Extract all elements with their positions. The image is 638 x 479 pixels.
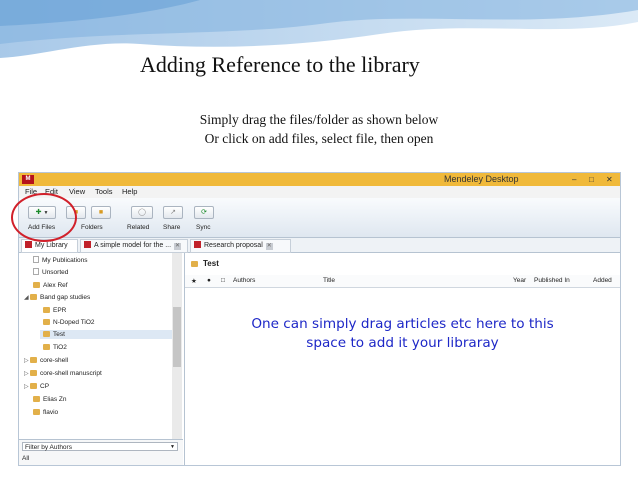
sidebar-item-epr[interactable]: EPR	[43, 306, 66, 315]
share-label: Share	[163, 224, 181, 231]
read-status-icon[interactable]: ●	[207, 277, 211, 284]
sidebar-scrollbar[interactable]	[172, 253, 182, 439]
folders-label: Folders	[81, 224, 103, 231]
drag-hint-line1: One can simply drag articles etc here to…	[251, 316, 554, 332]
pdf-icon	[84, 241, 91, 248]
close-tab-icon[interactable]: ✕	[265, 243, 273, 250]
pdf-icon	[194, 241, 201, 248]
star-icon[interactable]: ★	[191, 277, 197, 285]
folder-icon	[43, 307, 50, 313]
column-title[interactable]: Title	[323, 277, 335, 284]
folder-icon	[43, 331, 50, 337]
folder-minus-icon: ■	[98, 209, 104, 216]
maximize-button[interactable]: □	[589, 176, 594, 184]
slide-subtitle-line2: Or click on add files, select file, then…	[204, 131, 434, 146]
sidebar-item-flavio[interactable]: flavio	[33, 408, 58, 417]
document-list-pane: Test ★ ● □ Authors Title Year Published …	[185, 253, 620, 465]
menu-help[interactable]: Help	[122, 187, 137, 196]
folder-icon	[191, 261, 198, 267]
window-titlebar: M Mendeley Desktop – □ ✕	[19, 173, 620, 186]
tab-research-proposal-label: Research proposal	[204, 242, 263, 249]
filter-by-authors-select[interactable]: Filter by Authors ▼	[22, 442, 178, 451]
menu-tools[interactable]: Tools	[95, 187, 113, 196]
sidebar-item-band-gap-studies[interactable]: ◢ Band gap studies	[24, 293, 90, 303]
column-authors[interactable]: Authors	[233, 277, 255, 284]
sync-label: Sync	[196, 224, 211, 231]
mendeley-tab-icon	[25, 241, 32, 248]
column-added[interactable]: Added	[593, 277, 612, 284]
drag-hint-line2: space to add it your libraray	[306, 335, 499, 351]
drag-hint-annotation: One can simply drag articles etc here to…	[185, 315, 620, 353]
related-label: Related	[127, 224, 150, 231]
column-header-row: ★ ● □ Authors Title Year Published In Ad…	[185, 275, 620, 288]
tab-research-proposal[interactable]: Research proposal ✕	[190, 239, 291, 253]
mendeley-logo: M	[22, 175, 34, 184]
folder-icon	[30, 294, 37, 300]
folder-icon	[33, 409, 40, 415]
library-sidebar: My Publications Unsorted Alex Ref ◢ Band …	[19, 253, 185, 465]
doc-icon	[33, 268, 39, 275]
slide-subtitle-line1: Simply drag the files/folder as shown be…	[199, 112, 439, 127]
sidebar-item-core-shell-manuscript[interactable]: ▷ core-shell manuscript	[24, 369, 102, 379]
remove-folder-button[interactable]: ■	[91, 206, 111, 219]
slide-title: Adding Reference to the library	[140, 52, 420, 77]
sidebar-item-elias-zn[interactable]: Elias Zn	[33, 395, 66, 404]
add-files-highlight-circle	[11, 193, 77, 242]
column-published-in[interactable]: Published In	[534, 277, 570, 284]
folder-icon	[30, 357, 37, 363]
attachment-icon[interactable]: □	[221, 277, 225, 284]
related-icon: ◯	[138, 209, 146, 216]
tab-bar: My Library A simple model for the ... ✕ R…	[19, 238, 620, 253]
sidebar-item-n-doped-tio2[interactable]: N-Doped TiO2	[43, 318, 95, 327]
folder-icon	[33, 282, 40, 288]
folder-icon	[30, 383, 37, 389]
close-button[interactable]: ✕	[606, 176, 613, 184]
folder-icon	[43, 319, 50, 325]
share-icon: ↗	[170, 209, 176, 216]
doc-icon	[33, 256, 39, 263]
sidebar-item-alex-ref[interactable]: Alex Ref	[33, 281, 68, 290]
sync-icon: ⟳	[201, 209, 207, 216]
close-tab-icon[interactable]: ✕	[174, 243, 182, 250]
folder-name: Test	[203, 259, 219, 268]
folder-icon	[43, 344, 50, 350]
sidebar-item-core-shell[interactable]: ▷ core-shell	[24, 356, 68, 366]
column-year[interactable]: Year	[513, 277, 526, 284]
sidebar-item-cp[interactable]: ▷ CP	[24, 382, 49, 392]
sidebar-scroll-thumb[interactable]	[173, 307, 181, 367]
tab-my-library-label: My Library	[35, 242, 68, 249]
sidebar-item-test[interactable]: Test	[40, 330, 173, 339]
tab-simple-model[interactable]: A simple model for the ... ✕	[80, 239, 188, 253]
menu-view[interactable]: View	[69, 187, 85, 196]
related-button[interactable]: ◯	[131, 206, 153, 219]
toolbar: ✚ ▼ Add Files ■ ■ Folders ◯ Related ↗ Sh…	[19, 198, 620, 238]
chevron-down-icon: ▼	[170, 444, 175, 450]
menu-bar: File Edit View Tools Help	[19, 186, 620, 198]
folder-icon	[30, 370, 37, 376]
filter-select-label: Filter by Authors	[25, 444, 72, 451]
share-button[interactable]: ↗	[163, 206, 183, 219]
sidebar-item-unsorted[interactable]: Unsorted	[33, 268, 68, 277]
folder-icon	[33, 396, 40, 402]
filter-all-item[interactable]: All	[22, 455, 29, 462]
window-title: Mendeley Desktop	[444, 174, 519, 184]
sidebar-item-tio2[interactable]: TiO2	[43, 343, 67, 352]
folder-header: Test	[185, 253, 620, 276]
minimize-button[interactable]: –	[572, 176, 576, 184]
sidebar-item-my-publications[interactable]: My Publications	[33, 256, 88, 265]
tab-simple-model-label: A simple model for the ...	[94, 242, 172, 249]
filter-panel: Filter by Authors ▼ All	[19, 439, 183, 465]
mendeley-window: M Mendeley Desktop – □ ✕ File Edit View …	[18, 172, 621, 466]
sync-button[interactable]: ⟳	[194, 206, 214, 219]
